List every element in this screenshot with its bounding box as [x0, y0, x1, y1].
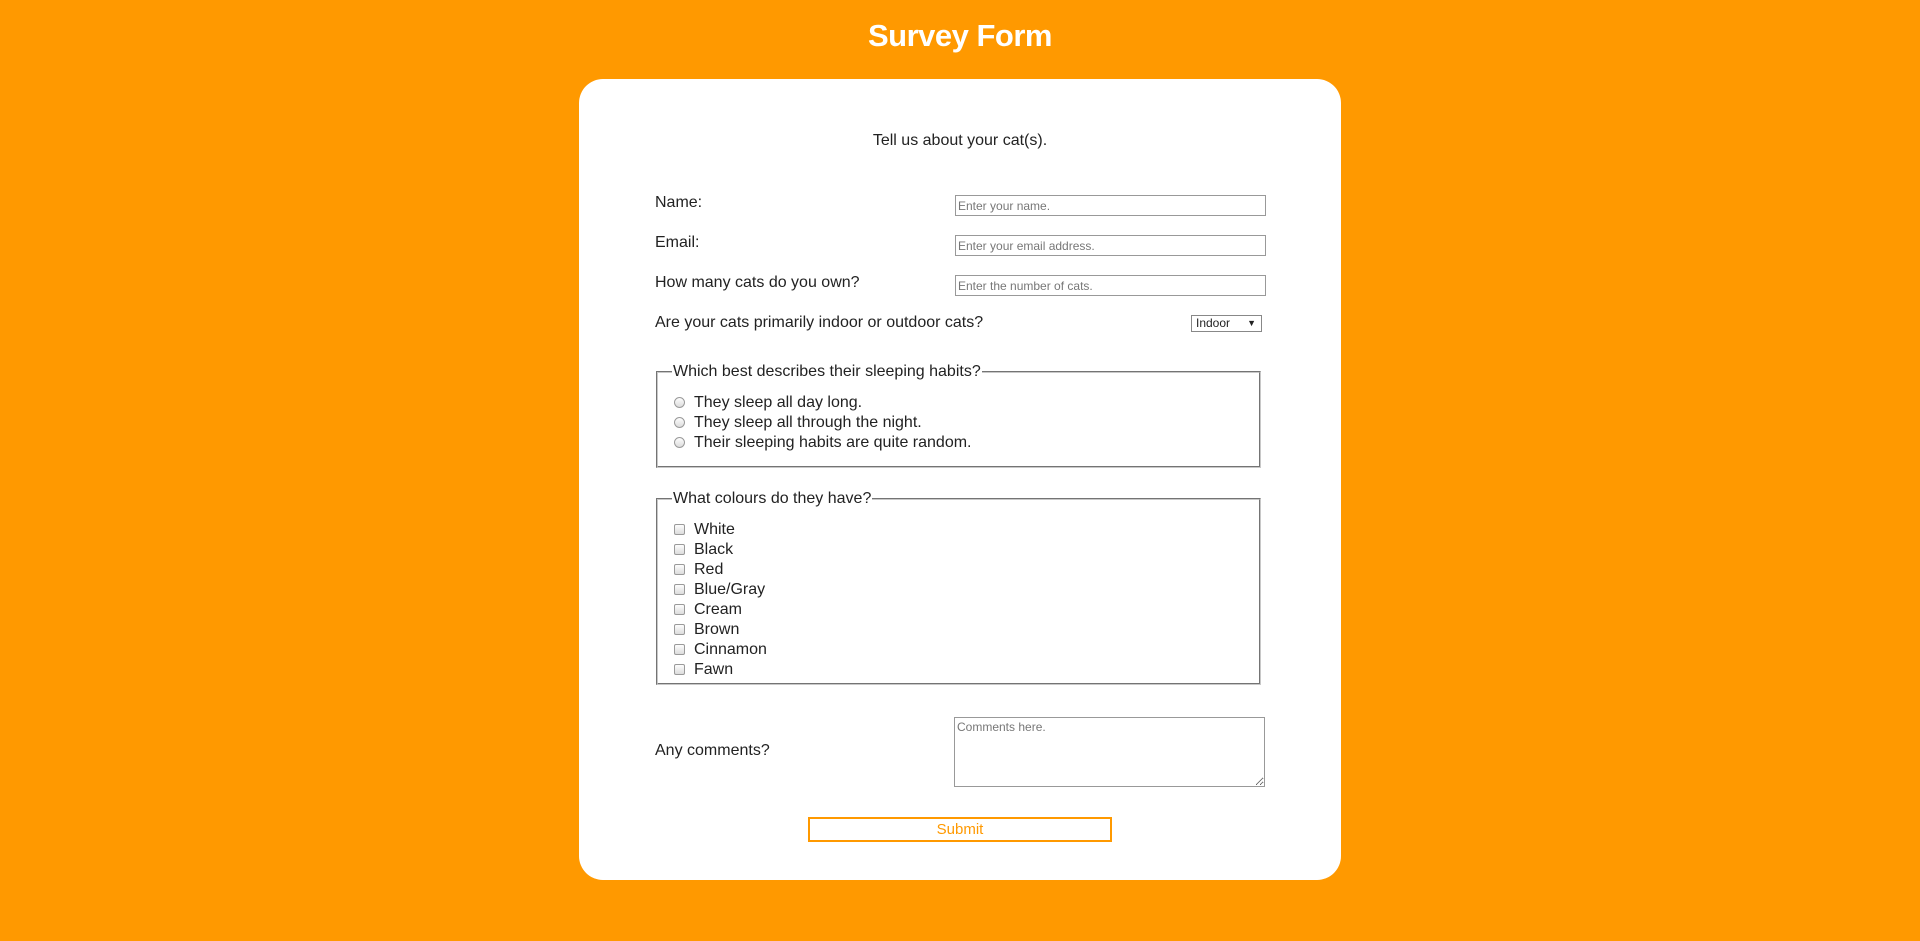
- page-title: Survey Form: [867, 18, 1053, 53]
- colours-legend: What colours do they have?: [673, 490, 872, 507]
- cat-count-label: How many cats do you own?: [655, 274, 860, 291]
- checkbox[interactable]: [674, 664, 685, 675]
- colour-option-label: Blue/Gray: [694, 581, 766, 598]
- colour-option-label: White: [694, 521, 735, 538]
- sleep-option-label: They sleep all day long.: [694, 394, 863, 411]
- email-input[interactable]: [955, 235, 1266, 256]
- cat-count-input[interactable]: [955, 275, 1266, 296]
- colour-option-label: Cinnamon: [694, 641, 767, 658]
- radio-button[interactable]: [674, 437, 685, 448]
- checkbox[interactable]: [674, 524, 685, 535]
- colour-option-label: Fawn: [694, 661, 734, 678]
- colour-option-label: Black: [694, 541, 734, 558]
- indoor-outdoor-select[interactable]: Indoor ▼: [1191, 315, 1262, 332]
- survey-form: Tell us about your cat(s). Name: Email: …: [579, 79, 1341, 880]
- checkbox[interactable]: [674, 544, 685, 555]
- sleep-option-label: They sleep all through the night.: [694, 414, 922, 431]
- comments-label: Any comments?: [655, 742, 770, 759]
- colour-option-label: Brown: [694, 621, 740, 638]
- sleeping-habits-legend: Which best describes their sleeping habi…: [673, 363, 981, 380]
- submit-button[interactable]: Submit: [808, 817, 1112, 842]
- form-intro: Tell us about your cat(s).: [872, 132, 1048, 149]
- colour-option-label: Cream: [694, 601, 743, 618]
- name-label: Name:: [655, 194, 703, 211]
- checkbox[interactable]: [674, 624, 685, 635]
- checkbox[interactable]: [674, 584, 685, 595]
- indoor-outdoor-label: Are your cats primarily indoor or outdoo…: [655, 314, 984, 331]
- sleep-option-label: Their sleeping habits are quite random.: [694, 434, 972, 451]
- sleeping-habits-group: Which best describes their sleeping habi…: [656, 363, 1261, 468]
- comments-textarea[interactable]: [954, 717, 1265, 787]
- radio-button[interactable]: [674, 397, 685, 408]
- checkbox[interactable]: [674, 604, 685, 615]
- dropdown-arrow-icon: ▼: [1247, 318, 1256, 328]
- email-label: Email:: [655, 234, 700, 251]
- checkbox[interactable]: [674, 644, 685, 655]
- checkbox[interactable]: [674, 564, 685, 575]
- indoor-outdoor-selected: Indoor: [1196, 316, 1231, 330]
- name-input[interactable]: [955, 195, 1266, 216]
- colour-option-label: Red: [694, 561, 724, 578]
- radio-button[interactable]: [674, 417, 685, 428]
- colours-group: What colours do they have? White Black R…: [656, 490, 1261, 685]
